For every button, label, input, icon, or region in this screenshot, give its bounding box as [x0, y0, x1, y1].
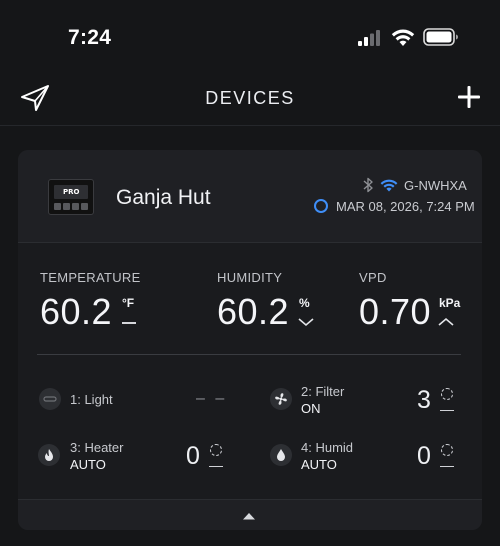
humidity-label: HUMIDITY: [217, 270, 283, 285]
port-2-mode: ON: [301, 401, 321, 416]
port-3-status-icon: [210, 444, 222, 456]
port-4-level: 0: [417, 442, 431, 470]
vpd-unit: kPa: [439, 296, 461, 310]
port-1-light-icon: [39, 388, 61, 410]
device-thumb-label: PRO: [63, 188, 80, 196]
port-3-name[interactable]: 3: Heater: [70, 440, 123, 455]
port-2-status-icon: [441, 388, 453, 400]
port-3-underline: [209, 466, 223, 467]
battery-icon: [423, 28, 458, 46]
expand-up-icon[interactable]: [242, 512, 256, 520]
last-updated-timestamp: MAR 08, 2026, 7:24 PM: [336, 199, 475, 214]
port-1-value: – –: [196, 390, 228, 407]
temperature-unit: °F: [122, 296, 135, 310]
port-2-fan-icon: [270, 388, 292, 410]
port-3-flame-icon: [38, 444, 60, 466]
port-4-underline: [440, 466, 454, 467]
wifi-icon: [391, 29, 415, 46]
vpd-trend-up-icon: [438, 317, 454, 326]
temperature-value: 60.2: [40, 291, 113, 332]
port-4-droplet-icon: [270, 444, 292, 466]
port-2-name[interactable]: 2: Filter: [301, 384, 344, 399]
port-2-underline: [440, 410, 454, 411]
port-4-mode: AUTO: [301, 457, 337, 472]
port-2-level: 3: [417, 386, 431, 414]
vpd-value: 0.70: [359, 291, 432, 332]
device-wifi-icon: [380, 179, 398, 192]
port-4-name[interactable]: 4: Humid: [301, 440, 353, 455]
temperature-label: TEMPERATURE: [40, 270, 141, 285]
temperature-trend-flat-icon: [122, 322, 136, 324]
device-thumbnail: PRO: [48, 179, 94, 215]
add-device-button[interactable]: [456, 84, 482, 110]
port-4-status-icon: [441, 444, 453, 456]
port-3-level: 0: [186, 442, 200, 470]
humidity-trend-down-icon: [298, 318, 314, 327]
device-name: Ganja Hut: [116, 186, 211, 209]
humidity-unit: %: [299, 296, 310, 310]
metrics-divider: [37, 354, 461, 355]
port-1-name[interactable]: 1: Light: [70, 392, 113, 407]
device-id: G-NWHXA: [404, 178, 467, 193]
app-header: DEVICES: [0, 70, 500, 126]
status-bar: 7:24: [0, 0, 500, 70]
humidity-value: 60.2: [217, 291, 290, 332]
status-time: 7:24: [68, 26, 112, 49]
card-expand-bar[interactable]: [18, 499, 482, 530]
cellular-signal-icon: [358, 30, 380, 46]
vpd-label: VPD: [359, 270, 387, 285]
device-card-header[interactable]: PRO Ganja Hut G-NWHXA MAR 08, 2026, 7:24…: [18, 150, 482, 243]
bluetooth-icon: [363, 177, 373, 193]
port-3-mode: AUTO: [70, 457, 106, 472]
device-card[interactable]: PRO Ganja Hut G-NWHXA MAR 08, 2026, 7:24…: [18, 150, 482, 530]
page-title: DEVICES: [205, 88, 295, 108]
status-indicator-icon: [314, 199, 328, 213]
